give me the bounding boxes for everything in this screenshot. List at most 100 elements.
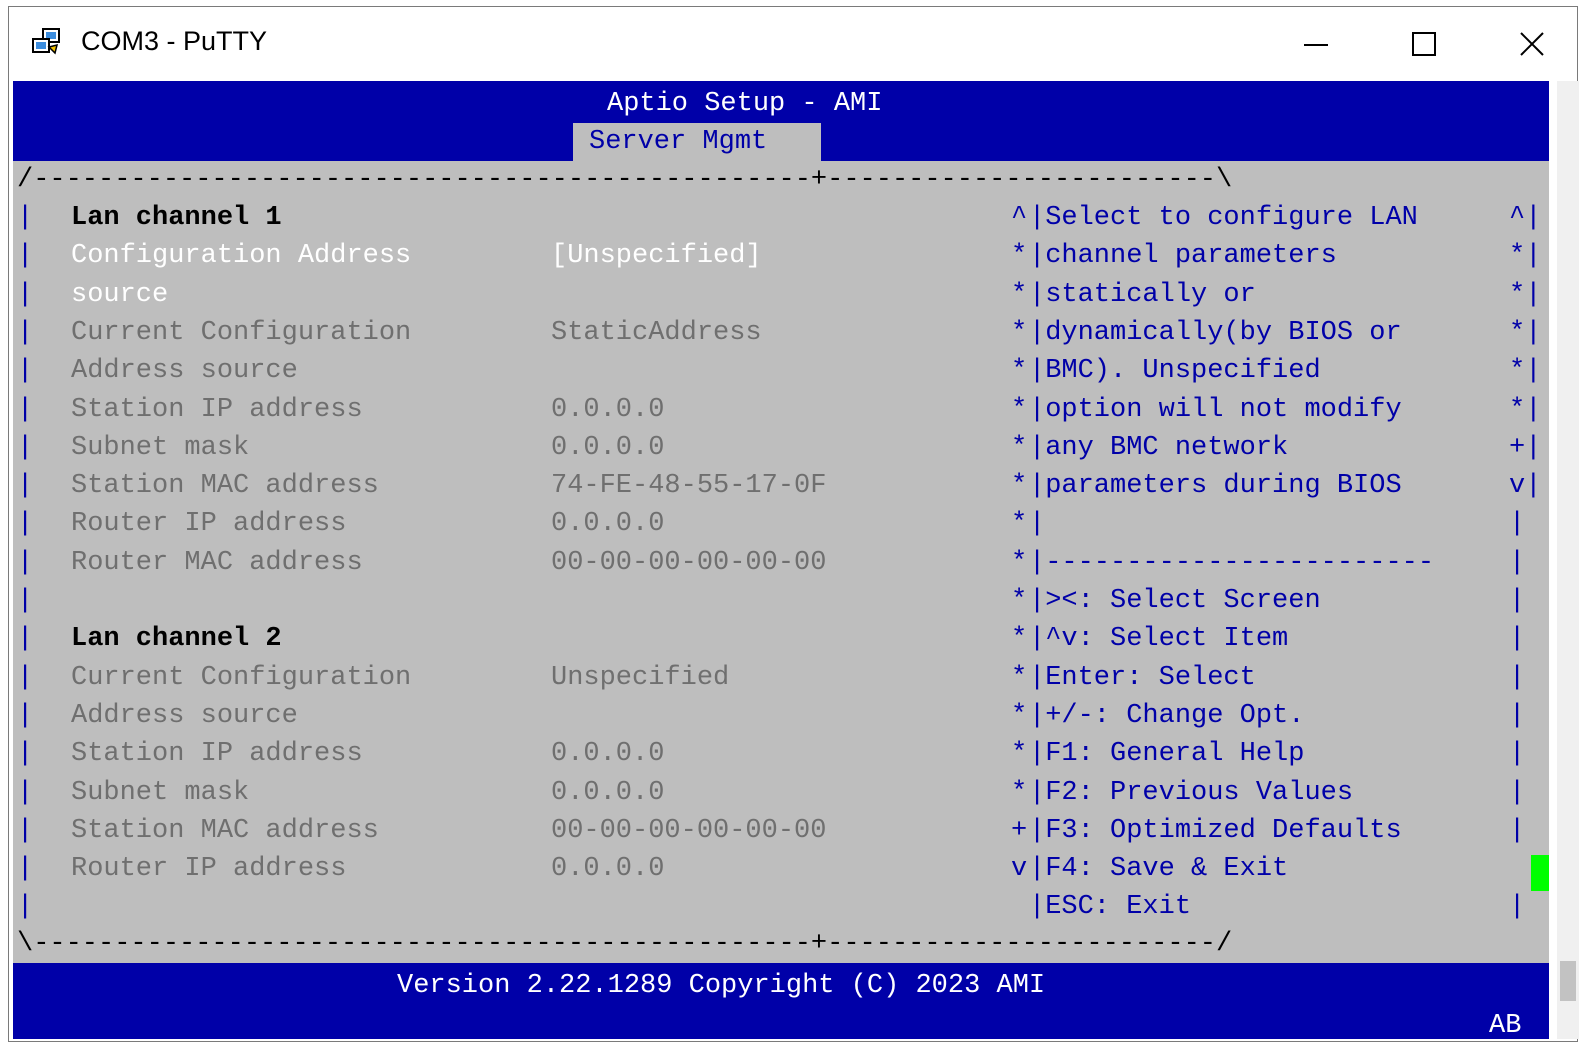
setting-label[interactable]: Subnet mask	[71, 429, 249, 467]
minimize-button[interactable]	[1277, 7, 1355, 81]
setting-value: 0.0.0.0	[551, 395, 665, 425]
close-button[interactable]	[1493, 7, 1571, 81]
setting-value: 74-FE-48-55-17-0F	[551, 471, 827, 501]
scroll-marker: +	[1011, 816, 1028, 846]
setting-label[interactable]: Router IP address	[71, 850, 346, 888]
settings-row: | Router IP address 0.0.0.0 * | |	[13, 505, 1549, 543]
help-text: |^v: Select Item	[1029, 624, 1289, 654]
frame-right-border: +|	[1509, 433, 1542, 463]
frame-right-border: |	[1509, 739, 1526, 769]
setting-value[interactable]: [Unspecified]	[551, 237, 762, 275]
frame-right-border: |	[1509, 816, 1526, 846]
settings-row: | Station MAC address 00-00-00-00-00-00 + |F…	[13, 812, 1549, 850]
frame-right-border: |	[1509, 548, 1526, 578]
setting-label[interactable]: Router IP address	[71, 505, 346, 543]
frame-right-border: *|	[1509, 356, 1542, 386]
help-text: |	[1029, 509, 1046, 539]
setting-value: 0.0.0.0	[551, 854, 665, 884]
scroll-marker: *	[1011, 739, 1028, 769]
minimize-icon	[1304, 44, 1328, 46]
setting-label[interactable]: Station MAC address	[71, 812, 379, 850]
scroll-marker: *	[1011, 318, 1028, 348]
scrollbar-thumb[interactable]	[1560, 961, 1576, 1001]
frame-right-border: *|	[1509, 395, 1542, 425]
settings-row: | Current Configuration StaticAddress * |dyn…	[13, 314, 1549, 352]
setting-value: StaticAddress	[551, 318, 762, 348]
setting-label[interactable]: Current Configuration	[71, 314, 411, 352]
settings-row: | Station IP address 0.0.0.0 * |F1: General …	[13, 735, 1549, 773]
frame-left-border: |	[17, 203, 34, 233]
frame-border-top: /---------------------------------------…	[17, 165, 1233, 195]
frame-left-border: |	[17, 280, 34, 310]
settings-row: | Lan channel 2 * |^v: Select Item |	[13, 620, 1549, 658]
frame-left-border: |	[17, 241, 34, 271]
settings-row: | Router MAC address 00-00-00-00-00-00 * |--…	[13, 544, 1549, 582]
scroll-marker: *	[1011, 241, 1028, 271]
frame-left-border: |	[17, 356, 34, 386]
help-text: |dynamically(by BIOS or	[1029, 318, 1402, 348]
terminal-cursor	[1531, 855, 1549, 891]
help-text: |parameters during BIOS	[1029, 471, 1402, 501]
frame-left-border: |	[17, 509, 34, 539]
bios-header-title: Aptio Setup - AMI	[607, 89, 883, 119]
terminal-area[interactable]: Aptio Setup - AMI Server Mgmt /---------…	[13, 81, 1549, 1039]
tab-server-mgmt[interactable]: Server Mgmt	[589, 123, 767, 161]
help-text: |Select to configure LAN	[1029, 203, 1418, 233]
settings-row: | Lan channel 1 ^ |Select to configure LAN ^…	[13, 199, 1549, 237]
setting-label[interactable]: Station IP address	[71, 735, 363, 773]
frame-left-border: |	[17, 318, 34, 348]
frame-left-border: |	[17, 854, 34, 884]
help-text: |ESC: Exit	[1029, 892, 1192, 922]
frame-right-border: v|	[1509, 471, 1542, 501]
settings-row: | Address source * |+/-: Change Opt. |	[13, 697, 1549, 735]
frame-right-border: *|	[1509, 241, 1542, 271]
settings-row: | source * |statically or *|	[13, 276, 1549, 314]
help-text: |option will not modify	[1029, 395, 1402, 425]
frame-right-border: ^|	[1509, 203, 1542, 233]
scroll-marker: *	[1011, 280, 1028, 310]
frame-left-border: |	[17, 701, 34, 731]
setting-label[interactable]: Router MAC address	[71, 544, 363, 582]
frame-right-border: |	[1509, 624, 1526, 654]
frame-right-border: |	[1509, 509, 1526, 539]
setting-label[interactable]: Station IP address	[71, 391, 363, 429]
setting-label[interactable]: Address source	[71, 352, 298, 390]
setting-value: 0.0.0.0	[551, 433, 665, 463]
frame-left-border: |	[17, 471, 34, 501]
maximize-button[interactable]	[1385, 7, 1463, 81]
setting-value: 0.0.0.0	[551, 739, 665, 769]
vertical-scrollbar[interactable]	[1557, 81, 1579, 1039]
setting-label[interactable]: Address source	[71, 697, 298, 735]
help-text: |F1: General Help	[1029, 739, 1305, 769]
frame-left-border: |	[17, 433, 34, 463]
settings-row: | Subnet mask 0.0.0.0 * |F2: Previous Values…	[13, 774, 1549, 812]
help-text: |statically or	[1029, 280, 1256, 310]
frame-right-border: |	[1509, 586, 1526, 616]
setting-label[interactable]: source	[71, 276, 168, 314]
settings-row: | Address source * |BMC). Unspecified *|	[13, 352, 1549, 390]
settings-row: | * |><: Select Screen |	[13, 582, 1549, 620]
setting-label[interactable]: Configuration Address	[71, 237, 411, 275]
scroll-marker: *	[1011, 471, 1028, 501]
close-icon	[1520, 32, 1544, 56]
frame-left-border: |	[17, 778, 34, 808]
frame-left-border: |	[17, 892, 34, 922]
setting-label[interactable]: Subnet mask	[71, 774, 249, 812]
scroll-marker: *	[1011, 548, 1028, 578]
settings-row: | Current Configuration Unspecified * |Enter…	[13, 659, 1549, 697]
setting-label[interactable]: Current Configuration	[71, 659, 411, 697]
help-text: |Enter: Select	[1029, 663, 1256, 693]
scroll-marker: *	[1011, 433, 1028, 463]
help-text: |F2: Previous Values	[1029, 778, 1354, 808]
setting-value: 0.0.0.0	[551, 778, 665, 808]
settings-row: | Station MAC address 74-FE-48-55-17-0F * |p…	[13, 467, 1549, 505]
title-bar[interactable]: COM3 - PuTTY	[9, 7, 1577, 81]
scroll-marker: *	[1011, 663, 1028, 693]
frame-left-border: |	[17, 663, 34, 693]
help-text: |+/-: Change Opt.	[1029, 701, 1305, 731]
scroll-marker: *	[1011, 395, 1028, 425]
section-heading: Lan channel 2	[71, 624, 282, 654]
setting-label[interactable]: Station MAC address	[71, 467, 379, 505]
scroll-marker: *	[1011, 778, 1028, 808]
scroll-marker: *	[1011, 701, 1028, 731]
